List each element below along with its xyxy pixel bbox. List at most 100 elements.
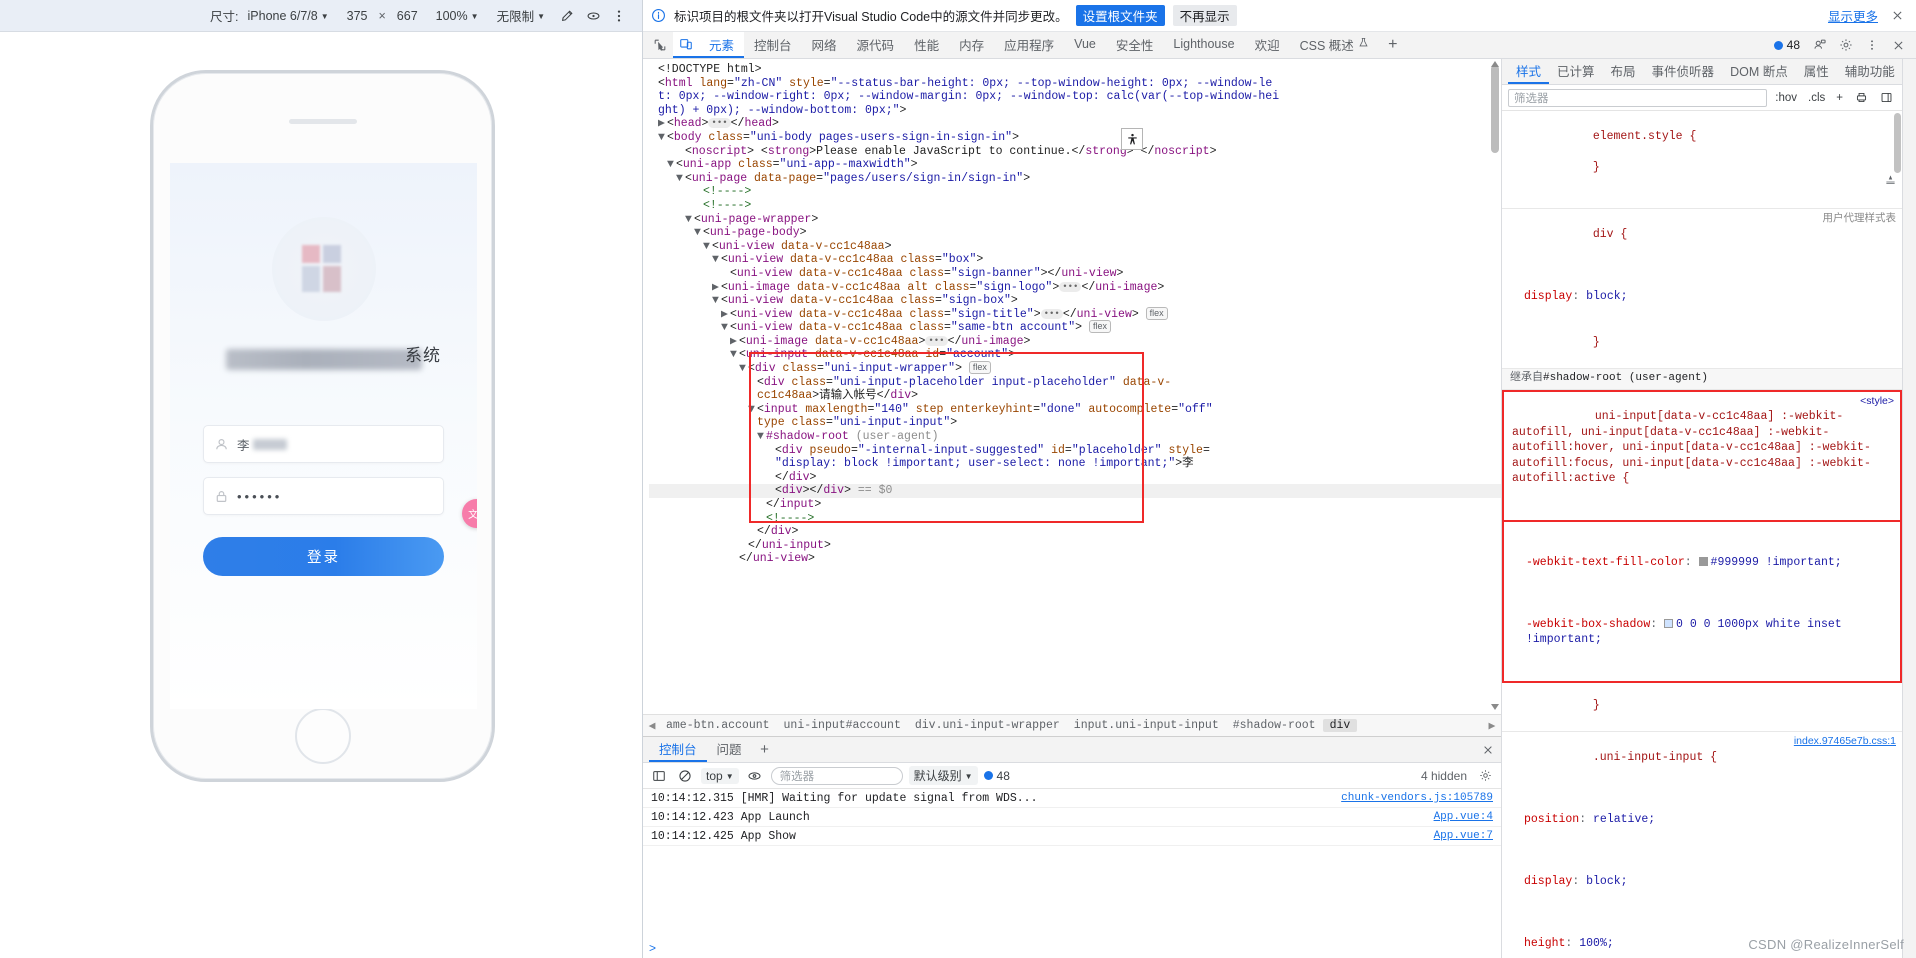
tab-security[interactable]: 安全性 <box>1106 32 1164 58</box>
styles-tab-dom-breakpoints[interactable]: DOM 断点 <box>1722 59 1796 84</box>
styles-tab-layout[interactable]: 布局 <box>1603 59 1644 84</box>
dom-node-line[interactable]: t: 0px; --window-right: 0px; --window-ma… <box>649 90 1501 104</box>
device-toolbar-toggle-icon[interactable] <box>673 32 699 58</box>
console-context-selector[interactable]: top ▼ <box>701 767 739 784</box>
close-devtools-icon[interactable] <box>1886 34 1910 56</box>
dom-node-line[interactable]: ▼ <uni-view data-v-cc1c48aa class="box"> <box>649 253 1501 267</box>
language-switch-button[interactable]: 文A <box>462 499 477 528</box>
chevron-down-icon[interactable]: ▼ <box>757 430 766 444</box>
dom-node-line[interactable]: </uni-input> <box>649 539 1501 553</box>
chevron-down-icon[interactable]: ▼ <box>748 403 757 417</box>
chevron-down-icon[interactable]: ▼ <box>685 213 694 227</box>
shadow-swatch[interactable] <box>1664 618 1674 628</box>
css-property-value[interactable]: block; <box>1586 290 1627 303</box>
dom-node-line[interactable]: <noscript> <strong>Please enable JavaScr… <box>649 145 1501 159</box>
dom-node-line[interactable]: "display: block !important; user-select:… <box>649 457 1501 471</box>
dom-node-line[interactable]: </uni-view> <box>649 552 1501 566</box>
style-rule-webkit-autofill[interactable]: uni-input[data-v-cc1c48aa] :-webkit-auto… <box>1502 389 1902 522</box>
eyedropper-icon[interactable] <box>554 5 580 27</box>
chevron-down-icon[interactable]: ▼ <box>658 131 667 145</box>
dom-scrollbar-track[interactable] <box>1489 59 1501 714</box>
dom-node-line[interactable]: <div pseudo="-internal-input-suggested" … <box>649 444 1501 458</box>
dom-scrollbar-thumb[interactable] <box>1491 65 1499 153</box>
styles-tab-event-listeners[interactable]: 事件侦听器 <box>1644 59 1723 84</box>
styles-tab-accessibility[interactable]: 辅助功能 <box>1837 59 1903 84</box>
dom-tree[interactable]: <!DOCTYPE html> <html lang="zh-CN" style=… <box>643 59 1501 566</box>
chevron-down-icon[interactable]: ▼ <box>676 172 685 186</box>
zoom-selector[interactable]: 100% ▼ <box>427 5 488 27</box>
rotate-icon[interactable] <box>580 5 606 27</box>
breadcrumb-item-same-btn-account[interactable]: ame-btn.account <box>659 719 777 732</box>
dom-scroll-down-arrow[interactable] <box>1489 702 1501 712</box>
settings-gear-icon[interactable] <box>1834 34 1858 56</box>
show-more-link[interactable]: 显示更多 <box>1828 6 1878 25</box>
computed-sidebar-icon[interactable] <box>1876 89 1896 107</box>
dom-node-line[interactable]: ▼ <uni-app class="uni-app--maxwidth"> <box>649 158 1501 172</box>
inherited-from-target[interactable]: #shadow-root (user-agent) <box>1543 372 1708 384</box>
console-filter-input[interactable]: 筛选器 <box>770 766 903 785</box>
dom-node-line[interactable]: ▶ <uni-view data-v-cc1c48aa class="sign-t… <box>649 306 1501 322</box>
dom-node-line[interactable]: <!----> <box>649 185 1501 199</box>
tab-vue[interactable]: Vue <box>1064 32 1106 58</box>
style-rule-source[interactable]: index.97465e7b.css:1 <box>1794 734 1896 750</box>
toggle-class-button[interactable]: .cls <box>1805 92 1828 104</box>
console-settings-gear-icon[interactable] <box>1475 766 1495 786</box>
console-log-source-link[interactable]: App.vue:4 <box>1434 811 1493 823</box>
dont-show-again-button[interactable]: 不再显示 <box>1172 5 1237 26</box>
breadcrumb-item-uni-input-account[interactable]: uni-input#account <box>777 719 908 732</box>
login-button[interactable]: 登录 <box>203 537 444 576</box>
more-vertical-icon[interactable] <box>1860 34 1884 56</box>
dom-node-line[interactable]: <!----> <box>649 199 1501 213</box>
css-property-name[interactable]: display <box>1524 875 1572 888</box>
tab-welcome[interactable]: 欢迎 <box>1245 32 1290 58</box>
dom-node-line[interactable]: </div> <box>649 525 1501 539</box>
drawer-add-tab-button[interactable]: + <box>752 737 778 762</box>
dom-node-line[interactable]: ▼ <uni-input data-v-cc1c48aa id="account"… <box>649 348 1501 362</box>
set-root-folder-button[interactable]: 设置根文件夹 <box>1075 5 1165 26</box>
dom-node-line[interactable]: ▼ <uni-page-wrapper> <box>649 213 1501 227</box>
tab-css-overview[interactable]: CSS 概述 <box>1290 32 1379 58</box>
issues-badge[interactable]: 48 <box>1768 38 1806 52</box>
dom-node-line[interactable]: <uni-view data-v-cc1c48aa class="sign-ba… <box>649 267 1501 281</box>
style-rule-source[interactable]: <style> <box>1860 394 1894 410</box>
drawer-tab-issues[interactable]: 问题 <box>707 737 752 762</box>
dom-scroll-up-arrow[interactable] <box>1489 59 1501 69</box>
console-level-selector[interactable]: 默认级别 ▼ <box>908 766 978 785</box>
chevron-down-icon[interactable]: ▼ <box>721 321 730 335</box>
dom-node-line[interactable]: ▼ <uni-page-body> <box>649 226 1501 240</box>
dom-node-line[interactable]: <html lang="zh-CN" style="--status-bar-h… <box>649 77 1501 91</box>
dom-node-line[interactable]: ▶ <uni-image data-v-cc1c48aa alt class="s… <box>649 281 1501 295</box>
css-property-name[interactable]: height <box>1524 937 1565 950</box>
dom-node-line[interactable]: </input> <box>649 498 1501 512</box>
style-rule-uni-input-input[interactable]: .uni-input-input { index.97465e7b.css:1 … <box>1502 732 1902 958</box>
css-property-value[interactable]: #999999 !important; <box>1711 556 1842 569</box>
breadcrumb-scroll-right-icon[interactable]: ▶ <box>1485 718 1499 733</box>
console-eye-icon[interactable] <box>745 766 765 786</box>
chevron-down-icon[interactable]: ▼ <box>739 362 748 376</box>
console-sidebar-icon[interactable] <box>649 766 669 786</box>
css-property-value[interactable]: relative; <box>1593 813 1655 826</box>
css-property-name[interactable]: position <box>1524 813 1579 826</box>
console-log-source-link[interactable]: chunk-vendors.js:105789 <box>1341 792 1493 804</box>
password-field[interactable]: •••••• <box>203 477 444 515</box>
console-issues-badge[interactable]: 48 <box>983 769 1010 783</box>
account-field[interactable]: 李 <box>203 425 444 463</box>
clear-console-icon[interactable] <box>675 766 695 786</box>
css-property-name[interactable]: display <box>1524 290 1572 303</box>
device-width-input[interactable]: 375 <box>338 5 377 27</box>
chevron-down-icon[interactable]: ▼ <box>694 226 703 240</box>
device-selector[interactable]: iPhone 6/7/8 ▼ <box>248 5 338 27</box>
dom-node-line[interactable]: <!DOCTYPE html> <box>649 63 1501 77</box>
toggle-hover-state-button[interactable]: :hov <box>1772 92 1800 104</box>
inspect-icon[interactable] <box>647 32 673 58</box>
new-style-rule-button[interactable]: + <box>1833 92 1846 104</box>
device-height-input[interactable]: 667 <box>388 5 427 27</box>
user-profile-icon[interactable] <box>1808 34 1832 56</box>
dom-node-line[interactable]: type class="uni-input-input"> <box>649 416 1501 430</box>
tab-memory[interactable]: 内存 <box>949 32 994 58</box>
breadcrumb-item-shadow-root[interactable]: #shadow-root <box>1226 719 1323 732</box>
tab-lighthouse[interactable]: Lighthouse <box>1163 32 1244 58</box>
breadcrumb-item-input-uni-input-input[interactable]: input.uni-input-input <box>1067 719 1226 732</box>
more-options-icon[interactable] <box>606 5 632 27</box>
css-property-name[interactable]: -webkit-text-fill-color <box>1526 556 1685 569</box>
